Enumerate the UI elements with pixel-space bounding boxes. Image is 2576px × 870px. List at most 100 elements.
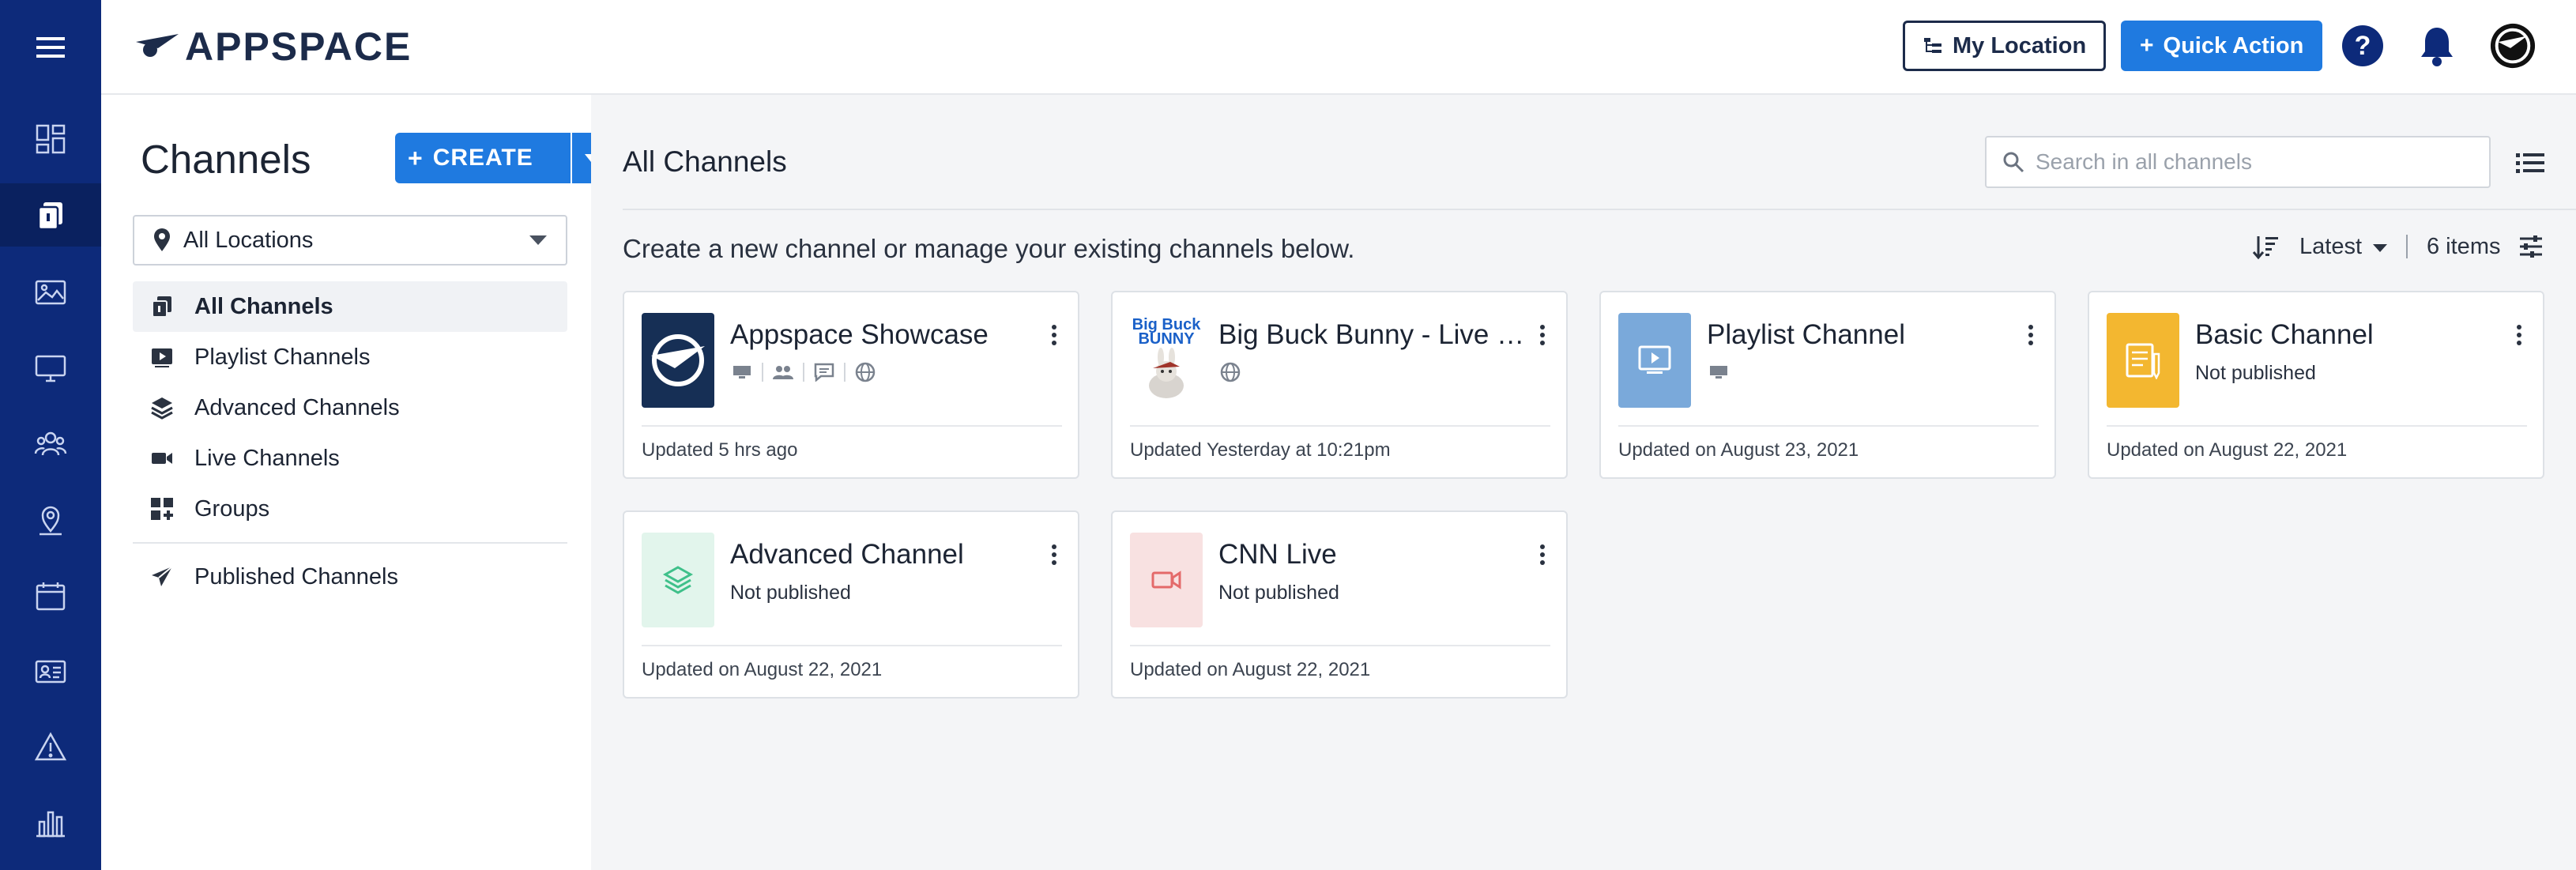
nav-divider: [133, 542, 567, 544]
updated-timestamp: Updated Yesterday at 10:21pm: [1130, 439, 1391, 461]
nav-groups[interactable]: Groups: [133, 484, 567, 534]
image-icon[interactable]: [0, 261, 101, 324]
hierarchy-icon: [1924, 38, 1941, 53]
header-divider: [623, 209, 2576, 210]
publish-status: Not published: [730, 582, 851, 604]
updated-timestamp: Updated on August 22, 2021: [642, 659, 883, 680]
users-icon[interactable]: [0, 412, 101, 476]
appspace-logo[interactable]: APPSPACE: [134, 24, 412, 70]
svg-text:?: ?: [2355, 31, 2371, 61]
more-options-icon[interactable]: [2021, 321, 2040, 349]
nav-label: Published Channels: [194, 563, 398, 589]
quick-action-label: Quick Action: [2163, 32, 2304, 58]
globe-icon: [1218, 360, 1242, 384]
channel-card[interactable]: Basic Channel Not published Updated on A…: [2088, 291, 2544, 479]
list-view-icon[interactable]: [2513, 145, 2548, 180]
channel-title: Big Buck Bunny - Live St...: [1218, 319, 1535, 350]
bell-icon[interactable]: [2413, 22, 2461, 70]
thumbnail-caption: Big Buck BUNNY: [1132, 316, 1201, 348]
toolbar-separator: [2406, 235, 2408, 258]
menu-icon[interactable]: [0, 16, 101, 79]
location-filter-select[interactable]: All Locations: [133, 215, 567, 266]
location-icon[interactable]: [0, 488, 101, 552]
filter-settings-icon[interactable]: [2518, 233, 2544, 260]
channels-icon: [149, 293, 175, 320]
playlist-icon: [1638, 345, 1671, 374]
channel-thumbnail: [2107, 313, 2179, 408]
search-icon: [2003, 152, 2024, 173]
sort-direction-icon[interactable]: [2252, 233, 2279, 260]
video-camera-icon: [1151, 571, 1181, 589]
section-title: All Channels: [623, 145, 787, 178]
caret-down-icon: [2373, 244, 2387, 252]
channels-icon[interactable]: [0, 183, 101, 247]
left-rail: [0, 0, 101, 870]
groups-icon: [149, 495, 175, 522]
device-icon: [730, 360, 754, 384]
updated-timestamp: Updated on August 22, 2021: [2107, 439, 2348, 461]
channel-thumbnail: [1130, 533, 1203, 627]
search-input[interactable]: [2036, 149, 2478, 175]
channel-card[interactable]: CNN Live Not published Updated on August…: [1111, 510, 1568, 699]
channel-title: Advanced Channel: [730, 539, 964, 570]
avatar[interactable]: [2489, 22, 2536, 70]
paper-plane-icon: [149, 563, 175, 590]
publish-status: Not published: [1218, 582, 1339, 604]
playlist-icon: [149, 344, 175, 371]
channel-title: Playlist Channel: [1707, 319, 1905, 350]
location-filter-value: All Locations: [183, 227, 314, 253]
nav-all-channels[interactable]: All Channels: [133, 281, 567, 332]
bar-chart-icon[interactable]: [0, 792, 101, 855]
quick-action-button[interactable]: + Quick Action: [2121, 21, 2323, 71]
appspace-logo-icon: [651, 334, 705, 386]
warning-icon[interactable]: [0, 716, 101, 779]
nav-advanced-channels[interactable]: Advanced Channels: [133, 382, 567, 433]
sort-label: Latest: [2299, 233, 2362, 259]
more-options-icon[interactable]: [1533, 321, 1552, 349]
nav-label: Live Channels: [194, 445, 340, 471]
channel-targets: [1707, 360, 1738, 384]
channel-title: Appspace Showcase: [730, 319, 989, 350]
updated-timestamp: Updated on August 23, 2021: [1618, 439, 1859, 461]
updated-timestamp: Updated 5 hrs ago: [642, 439, 798, 461]
create-button-group: + CREATE: [395, 133, 610, 183]
more-options-icon[interactable]: [2510, 321, 2529, 349]
page-description: Create a new channel or manage your exis…: [623, 234, 1355, 263]
nav-live-channels[interactable]: Live Channels: [133, 433, 567, 484]
help-icon[interactable]: ?: [2339, 22, 2386, 70]
device-icon: [1707, 360, 1731, 384]
channel-title: Basic Channel: [2195, 319, 2374, 350]
calendar-icon[interactable]: [0, 564, 101, 627]
channel-card[interactable]: Advanced Channel Not published Updated o…: [623, 510, 1079, 699]
channel-card[interactable]: Playlist Channel Updated on August 23, 2…: [1599, 291, 2056, 479]
nav-playlist-channels[interactable]: Playlist Channels: [133, 332, 567, 382]
updated-timestamp: Updated on August 22, 2021: [1130, 659, 1371, 680]
monitor-icon[interactable]: [0, 337, 101, 400]
plus-icon: +: [2140, 32, 2154, 58]
nav-label: All Channels: [194, 293, 333, 319]
publish-status: Not published: [2195, 362, 2316, 384]
location-pin-icon: [154, 228, 170, 251]
id-card-icon[interactable]: [0, 640, 101, 703]
channel-card[interactable]: Appspace Showcase Updated 5 hrs ago: [623, 291, 1079, 479]
logo-text: APPSPACE: [185, 24, 412, 69]
logo-mark-icon: [136, 34, 179, 57]
top-bar: APPSPACE My Location + Quick Action ?: [101, 0, 2576, 95]
bunny-image-icon: [1149, 348, 1184, 398]
message-icon: [812, 360, 836, 384]
layers-icon: [662, 566, 694, 594]
dashboard-icon[interactable]: [0, 107, 101, 171]
more-options-icon[interactable]: [1045, 540, 1064, 569]
nav-published-channels[interactable]: Published Channels: [133, 552, 567, 602]
more-options-icon[interactable]: [1533, 540, 1552, 569]
channel-thumbnail: [1618, 313, 1691, 408]
users-icon: [771, 360, 795, 384]
more-options-icon[interactable]: [1045, 321, 1064, 349]
sort-select[interactable]: Latest: [2299, 234, 2387, 260]
channel-card[interactable]: Big Buck BUNNY Big Buck Bunny - Live St.…: [1111, 291, 1568, 479]
channel-thumbnail: Big Buck BUNNY: [1130, 313, 1203, 408]
create-button[interactable]: + CREATE: [395, 133, 571, 183]
main-content: All Channels Create a new channel or man…: [591, 95, 2576, 870]
plus-icon: +: [408, 143, 424, 172]
my-location-button[interactable]: My Location: [1903, 21, 2107, 71]
